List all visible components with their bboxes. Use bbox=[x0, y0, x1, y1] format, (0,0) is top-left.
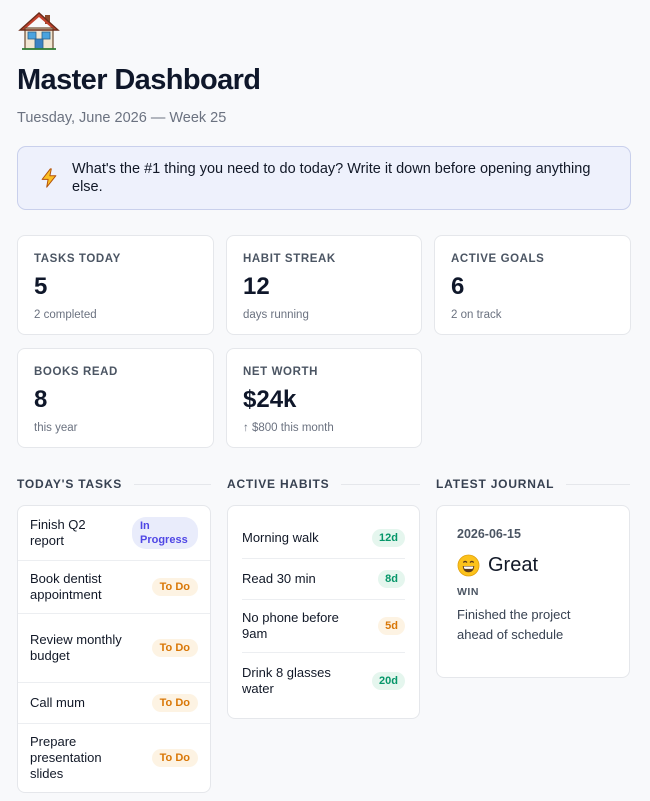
stat-value: $24k bbox=[243, 386, 297, 413]
callout-text: What's the #1 thing you need to do today… bbox=[72, 161, 591, 195]
section-header: ACTIVE HABITS bbox=[227, 476, 420, 492]
stat-value: 6 bbox=[451, 273, 465, 300]
stat-card-tasks-today: TASKS TODAY 5 2 completed bbox=[17, 235, 214, 335]
stat-card-active-goals: ACTIVE GOALS 6 2 on track bbox=[434, 235, 631, 335]
stat-sub: days running bbox=[243, 309, 309, 321]
grinning-face-icon bbox=[457, 554, 480, 576]
tasks-list: Finish Q2 report In Progress Book dentis… bbox=[17, 505, 211, 793]
section-title: TODAY'S TASKS bbox=[17, 477, 123, 491]
house-icon bbox=[18, 12, 60, 50]
task-row[interactable]: Review monthly budget To Do bbox=[18, 614, 210, 683]
habit-row[interactable]: Read 30 min 8d bbox=[242, 559, 405, 600]
status-badge: In Progress bbox=[132, 517, 198, 549]
divider bbox=[566, 483, 630, 485]
task-name: Prepare presentation slides bbox=[30, 734, 102, 781]
habit-row[interactable]: No phone before 9am 5d bbox=[242, 600, 405, 653]
habits-section: ACTIVE HABITS Morning walk 12d Read 30 m… bbox=[227, 476, 420, 793]
journal-date: 2026-06-15 bbox=[457, 527, 521, 541]
task-row[interactable]: Prepare presentation slides To Do bbox=[18, 724, 210, 792]
stat-label: HABIT STREAK bbox=[243, 253, 336, 265]
stat-label: ACTIVE GOALS bbox=[451, 253, 545, 265]
habit-row[interactable]: Drink 8 glasses water 20d bbox=[242, 653, 405, 718]
streak-badge: 5d bbox=[378, 617, 405, 635]
habits-list: Morning walk 12d Read 30 min 8d No phone… bbox=[227, 505, 420, 719]
task-name: Book dentist appointment bbox=[30, 571, 102, 602]
stat-value: 5 bbox=[34, 273, 48, 300]
stat-label: BOOKS READ bbox=[34, 366, 118, 378]
habit-name: Read 30 min bbox=[242, 571, 316, 586]
stat-value: 12 bbox=[243, 273, 270, 300]
stat-sub: ↑ $800 this month bbox=[243, 422, 334, 434]
status-badge: To Do bbox=[151, 578, 198, 596]
focus-callout: What's the #1 thing you need to do today… bbox=[17, 146, 631, 210]
habit-name: Morning walk bbox=[242, 530, 319, 545]
dashboard-page: Master Dashboard Tuesday, June 2026 — We… bbox=[17, 10, 631, 793]
journal-entry-card[interactable]: 2026-06-15 Great WIN Finished the projec… bbox=[436, 505, 630, 678]
stat-value: 8 bbox=[34, 386, 48, 413]
status-badge: To Do bbox=[151, 694, 198, 712]
win-label: WIN bbox=[457, 586, 479, 598]
tasks-section: TODAY'S TASKS Finish Q2 report In Progre… bbox=[17, 476, 211, 793]
habit-name: Drink 8 glasses water bbox=[242, 664, 331, 696]
streak-badge: 12d bbox=[372, 529, 405, 547]
task-row[interactable]: Finish Q2 report In Progress bbox=[18, 506, 210, 561]
task-name: Finish Q2 report bbox=[30, 517, 86, 548]
stat-sub: this year bbox=[34, 422, 78, 434]
section-title: LATEST JOURNAL bbox=[436, 477, 555, 491]
divider bbox=[134, 483, 211, 485]
stat-card-books-read: BOOKS READ 8 this year bbox=[17, 348, 214, 448]
stat-card-net-worth: NET WORTH $24k ↑ $800 this month bbox=[226, 348, 422, 448]
page-title: Master Dashboard bbox=[17, 64, 261, 96]
win-text: Finished the project ahead of schedule bbox=[457, 607, 571, 642]
streak-badge: 20d bbox=[372, 671, 405, 690]
habit-row[interactable]: Morning walk 12d bbox=[242, 506, 405, 559]
dashboard-columns: TODAY'S TASKS Finish Q2 report In Progre… bbox=[17, 476, 631, 793]
task-row[interactable]: Book dentist appointment To Do bbox=[18, 561, 210, 614]
task-row[interactable]: Call mum To Do bbox=[18, 683, 210, 724]
mood-label: Great bbox=[488, 554, 539, 576]
task-name: Call mum bbox=[30, 695, 85, 710]
task-name: Review monthly budget bbox=[30, 632, 122, 663]
page-subtitle: Tuesday, June 2026 — Week 25 bbox=[17, 110, 227, 126]
stat-card-habit-streak: HABIT STREAK 12 days running bbox=[226, 235, 422, 335]
stat-label: TASKS TODAY bbox=[34, 253, 121, 265]
section-title: ACTIVE HABITS bbox=[227, 477, 330, 491]
lightning-bolt-icon bbox=[41, 168, 57, 188]
habit-name: No phone before 9am bbox=[242, 610, 339, 641]
stat-sub: 2 completed bbox=[34, 309, 97, 321]
status-badge: To Do bbox=[151, 639, 198, 657]
stat-label: NET WORTH bbox=[243, 366, 319, 378]
journal-section: LATEST JOURNAL 2026-06-15 Great WIN Fini… bbox=[436, 476, 630, 793]
stat-sub: 2 on track bbox=[451, 309, 502, 321]
divider bbox=[341, 483, 420, 485]
stats-grid: TASKS TODAY 5 2 completed HABIT STREAK 1… bbox=[17, 235, 631, 448]
section-header: LATEST JOURNAL bbox=[436, 476, 630, 492]
streak-badge: 8d bbox=[378, 570, 405, 588]
section-header: TODAY'S TASKS bbox=[17, 476, 211, 492]
status-badge: To Do bbox=[151, 749, 198, 767]
mood-row: Great bbox=[457, 552, 609, 578]
